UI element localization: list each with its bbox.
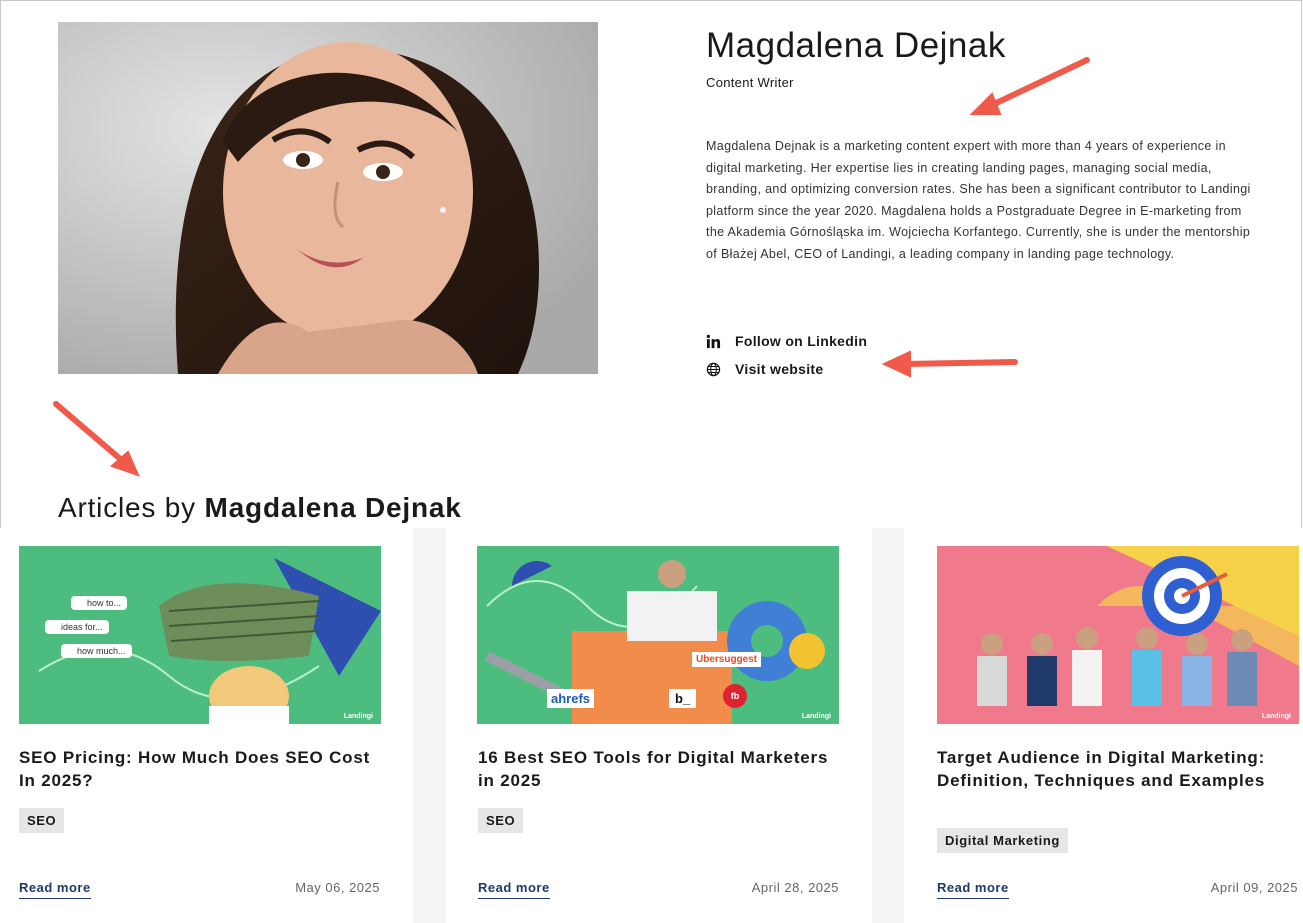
author-name: Magdalena Dejnak — [706, 26, 1006, 65]
article-title[interactable]: Target Audience in Digital Marketing: De… — [937, 746, 1297, 792]
thumbnail-illustration — [38, 558, 381, 724]
website-link-label: Visit website — [735, 361, 824, 377]
search-chip: ideas for... — [45, 620, 109, 634]
linkedin-icon — [706, 334, 721, 348]
read-more-link[interactable]: Read more — [19, 880, 91, 899]
brand-watermark: Landingi — [343, 713, 373, 720]
author-role: Content Writer — [706, 75, 794, 90]
articles-heading: Articles by Magdalena Dejnak — [58, 492, 462, 524]
thumb-logo: Ubersuggest — [692, 652, 762, 667]
articles-heading-name: Magdalena Dejnak — [204, 492, 462, 523]
author-photo — [58, 22, 598, 374]
brand-watermark: Landingi — [1261, 713, 1291, 720]
search-chip: how much... — [61, 644, 132, 658]
portrait-illustration — [58, 22, 598, 374]
author-bio: Magdalena Dejnak is a marketing content … — [706, 139, 1251, 261]
read-more-link[interactable]: Read more — [478, 880, 550, 899]
article-thumbnail[interactable]: how to... ideas for... how much... Landi… — [19, 546, 381, 724]
thumb-logo: ahrefs — [547, 689, 595, 708]
article-tag[interactable]: SEO — [478, 808, 524, 833]
linkedin-link-label: Follow on Linkedin — [735, 333, 868, 349]
read-more-link[interactable]: Read more — [937, 880, 1009, 899]
article-date: April 09, 2025 — [1210, 880, 1298, 895]
article-date: May 06, 2025 — [295, 880, 380, 895]
search-chip: how to... — [71, 596, 128, 610]
article-thumbnail[interactable]: Landingi — [937, 546, 1299, 724]
thumbnail-illustration — [977, 546, 1299, 706]
articles-heading-prefix: Articles by — [58, 492, 196, 523]
thumb-logo: fb — [723, 684, 747, 708]
brand-watermark: Landingi — [801, 713, 831, 720]
linkedin-link[interactable]: Follow on Linkedin — [706, 333, 867, 349]
article-tag[interactable]: SEO — [19, 808, 65, 833]
article-date: April 28, 2025 — [751, 880, 839, 895]
website-link[interactable]: Visit website — [706, 361, 823, 377]
article-tag[interactable]: Digital Marketing — [937, 828, 1068, 853]
article-card: Landingi Target Audience in Digital Mark… — [904, 528, 1303, 923]
article-card: Ubersuggest ahrefs b_ fb Landingi 16 Bes… — [446, 528, 872, 923]
article-card: how to... ideas for... how much... Landi… — [0, 528, 413, 923]
thumbnail-illustration — [484, 560, 825, 724]
globe-icon — [706, 362, 721, 376]
thumb-logo: b_ — [669, 689, 697, 708]
article-title[interactable]: 16 Best SEO Tools for Digital Marketers … — [478, 746, 838, 792]
article-title[interactable]: SEO Pricing: How Much Does SEO Cost In 2… — [19, 746, 379, 792]
article-thumbnail[interactable]: Ubersuggest ahrefs b_ fb Landingi — [477, 546, 839, 724]
